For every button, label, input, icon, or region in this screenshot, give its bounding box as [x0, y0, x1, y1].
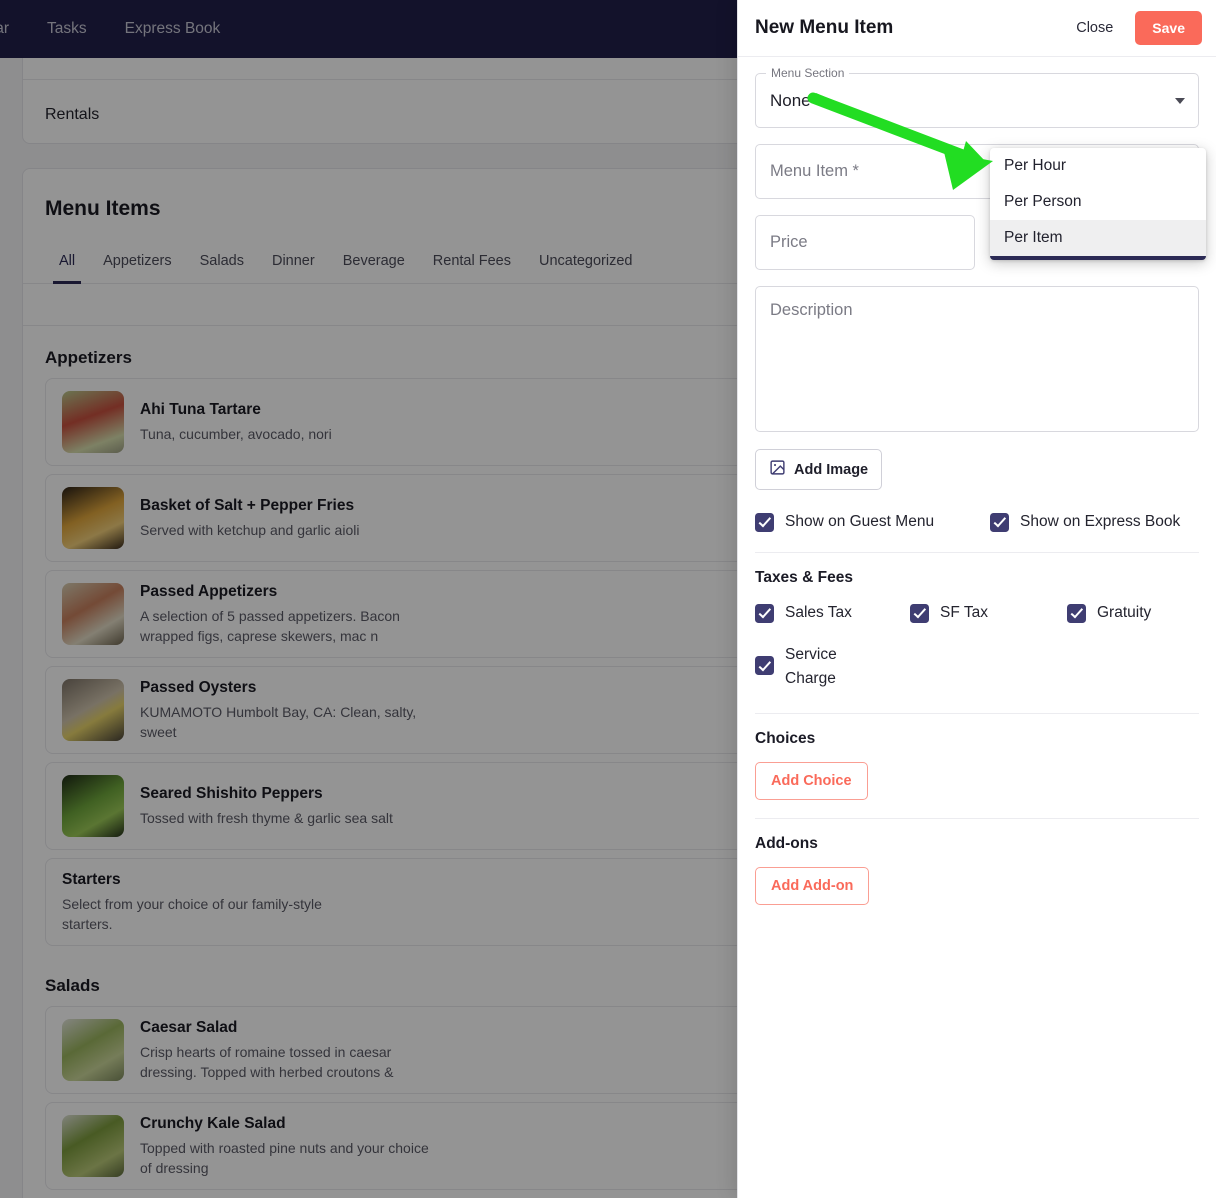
checkbox-icon: [755, 603, 774, 623]
panel-header-actions: Close Save: [1068, 11, 1202, 45]
dropdown-option-per-hour[interactable]: Per Hour: [990, 148, 1206, 184]
checkbox-label: Gratuity: [1097, 604, 1152, 621]
add-choice-button[interactable]: Add Choice: [755, 762, 868, 800]
taxes-and-fees-title: Taxes & Fees: [755, 569, 853, 586]
addons-title: Add-ons: [755, 835, 818, 852]
dropdown-option-per-person[interactable]: Per Person: [990, 184, 1206, 220]
checkbox-label: Sales Tax: [785, 604, 852, 621]
add-image-button[interactable]: Add Image: [755, 449, 883, 490]
checkbox-show-on-express-book[interactable]: Show on Express Book: [990, 510, 1180, 534]
menu-section-label: Menu Section: [766, 66, 850, 80]
checkbox-label: Show on Guest Menu: [785, 513, 935, 530]
checkbox-sf-tax[interactable]: SF Tax: [910, 601, 1067, 625]
checkbox-show-on-guest-menu[interactable]: Show on Guest Menu: [755, 510, 990, 534]
chevron-down-icon: [1175, 97, 1185, 104]
checkbox-label: Show on Express Book: [1020, 513, 1181, 530]
checkbox-gratuity[interactable]: Gratuity: [1067, 601, 1151, 625]
divider: [755, 818, 1199, 819]
add-image-label: Add Image: [794, 461, 869, 478]
price-placeholder: Price: [770, 233, 808, 251]
menu-section-select[interactable]: Menu Section None: [755, 66, 1199, 128]
add-addon-button[interactable]: Add Add-on: [755, 867, 870, 905]
close-button[interactable]: Close: [1068, 14, 1121, 42]
checkbox-label: SF Tax: [940, 604, 988, 621]
taxes-checkbox-row: Sales Tax SF Tax Gratuity: [755, 601, 1199, 625]
checkbox-icon: [755, 512, 774, 532]
panel-title: New Menu Item: [755, 17, 894, 38]
image-icon: [769, 459, 786, 480]
checkbox-service-charge[interactable]: Service Charge: [755, 643, 910, 691]
price-input[interactable]: Price: [755, 215, 975, 270]
menu-section-dropdown: Per Hour Per Person Per Item: [990, 148, 1206, 260]
menu-section-value: None: [770, 90, 811, 110]
panel-header: New Menu Item Close Save: [738, 0, 1216, 57]
choices-title: Choices: [755, 730, 816, 747]
visibility-checkbox-row: Show on Guest Menu Show on Express Book: [755, 510, 1199, 534]
divider: [755, 552, 1199, 553]
description-placeholder: Description: [770, 301, 853, 319]
checkbox-label: Service Charge: [785, 646, 837, 687]
description-textarea[interactable]: Description: [755, 286, 1199, 432]
service-charge-row: Service Charge: [755, 643, 1199, 691]
save-button[interactable]: Save: [1135, 11, 1202, 45]
checkbox-icon: [755, 656, 774, 675]
checkbox-icon: [990, 512, 1009, 532]
checkbox-icon: [1067, 603, 1086, 623]
menu-item-placeholder: Menu Item *: [770, 162, 859, 180]
divider: [755, 713, 1199, 714]
dropdown-option-per-item[interactable]: Per Item: [990, 220, 1206, 256]
checkbox-icon: [910, 603, 929, 623]
checkbox-sales-tax[interactable]: Sales Tax: [755, 601, 910, 625]
